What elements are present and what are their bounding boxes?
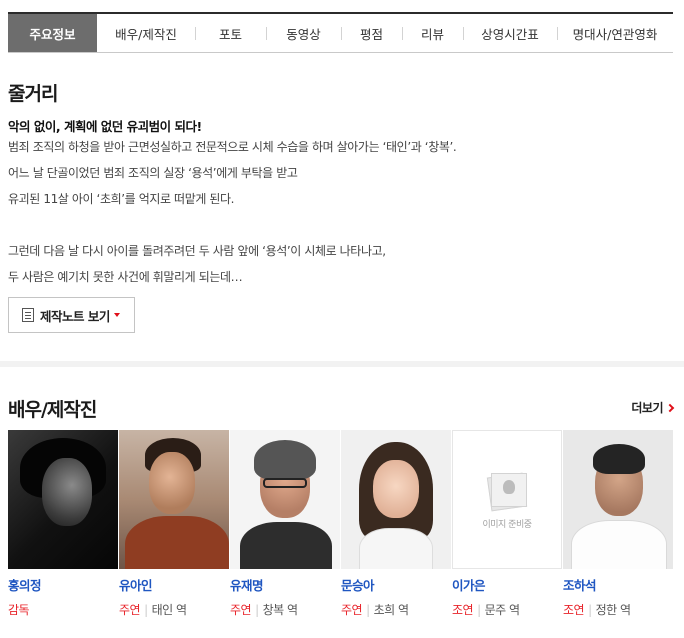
person-name[interactable]: 조하석 <box>563 575 674 594</box>
person-role: 감독 <box>8 601 119 618</box>
person-role: 주연 | 창복 역 <box>230 603 298 617</box>
synopsis-line: 범죄 조직의 하청을 받아 근면성실하고 전문적으로 시체 수습을 하며 살아가… <box>8 140 457 154</box>
person-role: 조연 | 정한 역 <box>563 603 631 617</box>
person-photo[interactable] <box>563 430 673 569</box>
person-role: 조연 | 문주 역 <box>452 603 520 617</box>
tab-quotes-related[interactable]: 명대사/연관영화 <box>557 14 673 52</box>
tab-label: 배우/제작진 <box>115 26 177 42</box>
production-notes-button[interactable]: 제작노트 보기 <box>8 297 135 333</box>
role-type: 주연 <box>230 603 252 617</box>
person-photo[interactable] <box>119 430 229 569</box>
more-label: 더보기 <box>631 401 663 415</box>
tab-showtimes[interactable]: 상영시간표 <box>463 14 557 52</box>
role-type: 주연 <box>119 603 141 617</box>
person-name[interactable]: 문승아 <box>341 575 452 594</box>
synopsis-line: 두 사람은 예기치 못한 사건에 휘말리게 되는데… <box>8 270 243 284</box>
cast-list: 홍의정 감독 유아인 주연 | 태인 역 유재명 주연 | 창복 역 문승아 주연 | 초희… <box>8 430 674 618</box>
cast-item: 이미지 준비중 이가은 조연 | 문주 역 <box>452 430 563 618</box>
role-type: 주연 <box>341 603 363 617</box>
character-name: 태인 역 <box>151 603 187 617</box>
person-name[interactable]: 유재명 <box>230 575 341 594</box>
caret-down-icon <box>113 313 120 317</box>
cast-item: 조하석 조연 | 정한 역 <box>563 430 674 618</box>
role-type: 조연 <box>563 603 585 617</box>
character-name: 문주 역 <box>484 603 520 617</box>
synopsis-line: 유괴된 11살 아이 ‘초희’를 억지로 떠맡게 된다. <box>8 192 235 206</box>
tab-label: 리뷰 <box>420 26 444 42</box>
tab-photo[interactable]: 포토 <box>195 14 266 52</box>
character-name: 정한 역 <box>595 603 631 617</box>
image-placeholder-icon[interactable]: 이미지 준비중 <box>452 430 562 569</box>
tab-main-info[interactable]: 주요정보 <box>8 14 97 52</box>
cast-item: 유재명 주연 | 창복 역 <box>230 430 341 618</box>
chevron-right-icon <box>665 403 675 412</box>
synopsis-title: 줄거리 <box>8 83 58 105</box>
tab-label: 상영시간표 <box>481 26 539 42</box>
role-type: 조연 <box>452 603 474 617</box>
synopsis-line <box>8 217 668 243</box>
cast-title: 배우/제작진 <box>8 399 97 421</box>
synopsis-tagline: 악의 없이, 계획에 없던 유괴범이 되다! <box>8 119 202 134</box>
person-name[interactable]: 유아인 <box>119 575 230 594</box>
person-photo[interactable] <box>230 430 340 569</box>
tab-label: 포토 <box>218 26 242 42</box>
cast-item: 홍의정 감독 <box>8 430 119 618</box>
cast-item: 문승아 주연 | 초희 역 <box>341 430 452 618</box>
tab-label: 주요정보 <box>29 26 76 42</box>
tab-label: 명대사/연관영화 <box>572 26 658 42</box>
tab-cast-crew[interactable]: 배우/제작진 <box>97 14 195 52</box>
tab-review[interactable]: 리뷰 <box>402 14 463 52</box>
cast-item: 유아인 주연 | 태인 역 <box>119 430 230 618</box>
placeholder-caption: 이미지 준비중 <box>482 520 532 530</box>
synopsis-line: 그런데 다음 날 다시 아이를 돌려주려던 두 사람 앞에 ‘용석’이 시체로 … <box>8 244 386 258</box>
synopsis-line: 어느 날 단골이었던 범죄 조직의 실장 ‘용석’에게 부탁을 받고 <box>8 166 298 180</box>
person-role: 주연 | 태인 역 <box>119 603 187 617</box>
person-name[interactable]: 이가은 <box>452 575 563 594</box>
production-notes-label: 제작노트 보기 <box>40 308 110 324</box>
tab-video[interactable]: 동영상 <box>266 14 341 52</box>
tab-bar: 주요정보 배우/제작진 포토 동영상 평점 리뷰 상영시간표 명대사/연관영화 <box>8 12 673 53</box>
character-name: 창복 역 <box>262 603 298 617</box>
person-photo[interactable] <box>8 430 118 569</box>
tab-label: 동영상 <box>286 26 321 42</box>
person-role: 주연 | 초희 역 <box>341 603 409 617</box>
tab-rating[interactable]: 평점 <box>341 14 402 52</box>
section-divider <box>0 361 684 367</box>
person-photo[interactable] <box>341 430 451 569</box>
tab-label: 평점 <box>359 26 383 42</box>
person-name[interactable]: 홍의정 <box>8 575 119 594</box>
character-name: 초희 역 <box>373 603 409 617</box>
synopsis-text: 범죄 조직의 하청을 받아 근면성실하고 전문적으로 시체 수습을 하며 살아가… <box>8 139 668 295</box>
cast-more-link[interactable]: 더보기 <box>631 399 675 416</box>
document-icon <box>22 308 34 322</box>
role-type: 감독 <box>8 603 30 617</box>
